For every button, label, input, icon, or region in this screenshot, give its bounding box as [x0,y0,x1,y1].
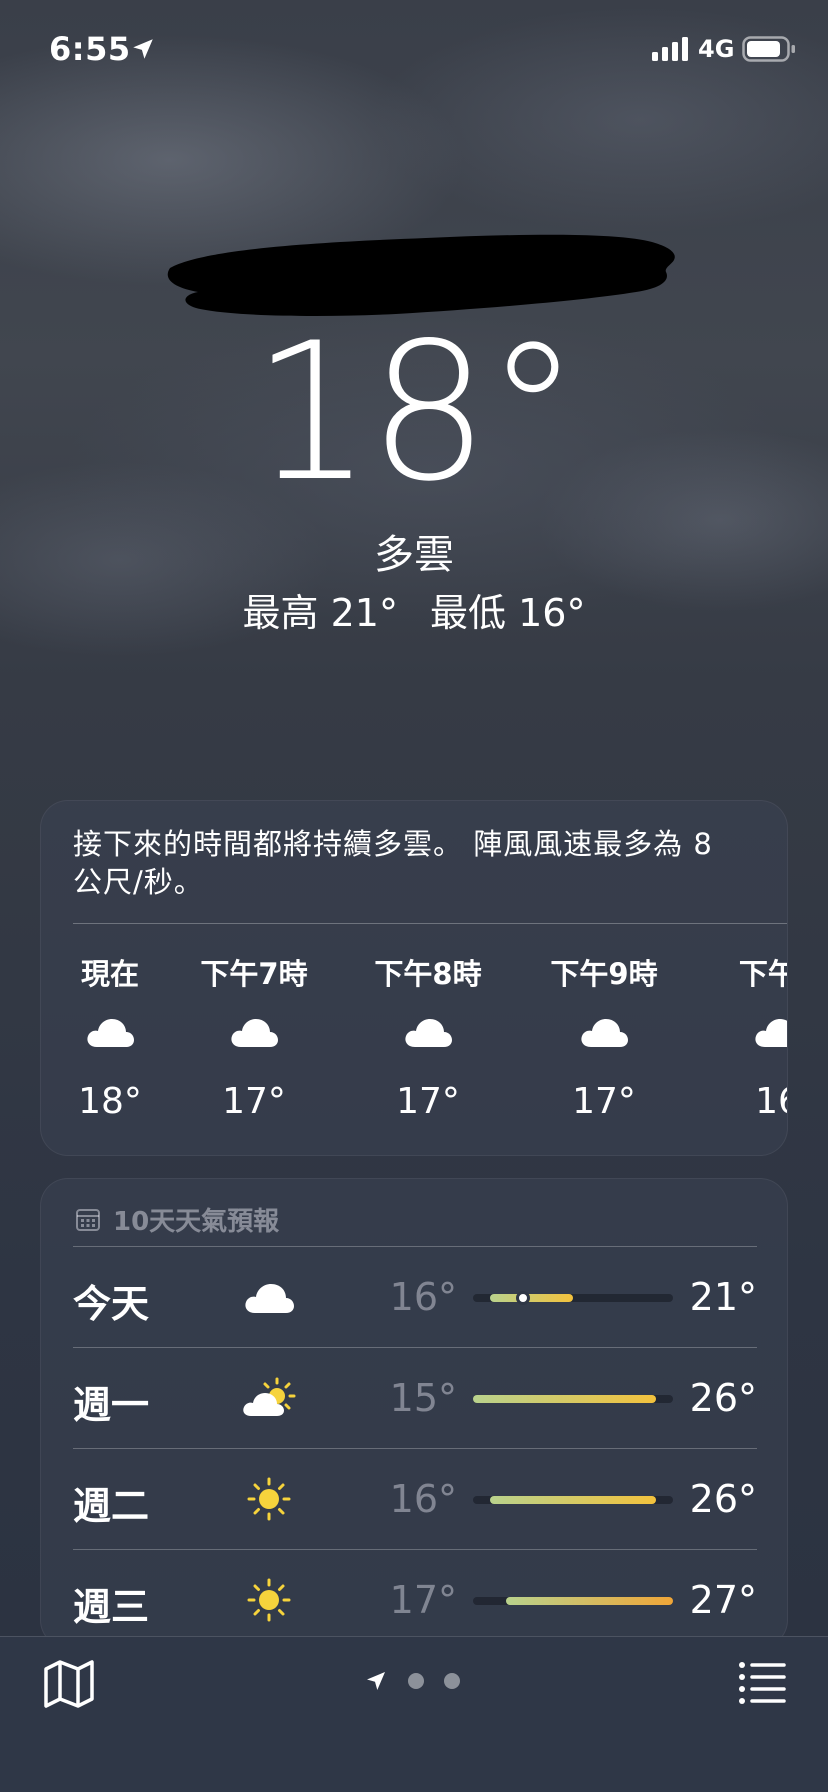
day-name: 週一 [73,1383,150,1427]
day-low-temp: 17° [389,1578,457,1622]
day-low-temp: 16° [389,1275,457,1319]
forecast-summary: 接下來的時間都將持續多雲。 陣風風速最多為 8 公尺/秒。 [73,827,713,899]
temperature-range-bar [473,1291,673,1305]
location-arrow-icon [133,39,153,59]
page-indicator-dot[interactable] [408,1673,424,1689]
day-high-temp: 26° [689,1376,757,1420]
sun-icon [247,1477,291,1521]
page-indicator-dot[interactable] [444,1673,460,1689]
temperature-range-bar [473,1496,673,1504]
cloud-icon [245,1284,294,1313]
day-high-temp: 27° [689,1578,757,1622]
hour-item: 下午1 16 [713,951,787,1131]
hour-temperature: 16 [755,1081,787,1122]
cloud-icon [755,1019,787,1047]
temperature-range-fill [473,1395,657,1403]
hour-temperature: 17° [572,1081,636,1122]
hour-item: 下午7時 17° [189,951,319,1131]
today-high: 最高 21° [242,591,398,635]
day-low-temp: 16° [389,1477,457,1521]
hour-temperature: 17° [222,1081,286,1122]
current-location-page-icon[interactable] [364,1669,388,1693]
day-row[interactable]: 今天 16° 21° [41,1247,787,1347]
hour-time: 下午8時 [374,957,482,991]
hour-item: 下午9時 17° [539,951,669,1131]
day-row[interactable]: 週二 16° 26° [41,1449,787,1549]
sun-icon [247,1578,291,1622]
current-temp-marker [516,1291,530,1305]
current-temperature: 18° [251,302,581,523]
day-high-temp: 21° [689,1275,757,1319]
cloud-icon [231,1019,278,1047]
hour-time: 下午7時 [200,957,308,991]
status-time: 6:55 [49,30,131,68]
hour-temperature: 17° [396,1081,460,1122]
cloud-icon [405,1019,452,1047]
status-bar: 6:55 4G [0,0,828,100]
cellular-signal-icon [652,37,688,61]
temperature-range-fill [489,1294,573,1302]
day-name: 週二 [73,1484,150,1528]
hourly-divider [73,923,787,924]
calendar-icon [76,1209,100,1231]
partly-sunny-icon [243,1377,296,1416]
hour-time: 現在 [80,957,139,991]
temperature-range-bar [473,1597,673,1605]
temperature-range-fill [489,1496,657,1504]
hourly-forecast-card[interactable]: 接下來的時間都將持續多雲。 陣風風速最多為 8 公尺/秒。 現在 18° 下午7… [40,800,788,1156]
day-low-temp: 15° [389,1376,457,1420]
battery-icon [742,36,795,62]
hour-time: 下午9時 [550,957,658,991]
network-type: 4G [698,35,735,63]
day-row[interactable]: 週一 15° 26° [41,1348,787,1448]
bottom-toolbar [0,1636,828,1792]
ten-day-forecast-card[interactable]: 10天天氣預報 今天 16° 21° 週一 15° 26° 週二 16° 26°… [40,1178,788,1648]
hour-time: 下午1 [738,957,787,991]
map-icon[interactable] [42,1657,96,1711]
hour-item: 下午8時 17° [363,951,493,1131]
day-row[interactable]: 週三 17° 27° [41,1550,787,1647]
list-icon[interactable] [738,1659,786,1705]
temperature-range-fill [506,1597,673,1605]
ten-day-title: 10天天氣預報 [113,1207,280,1237]
hour-item: 現在 18° [45,951,175,1131]
hour-temperature: 18° [78,1081,142,1122]
day-high-temp: 26° [689,1477,757,1521]
temperature-range-bar [473,1395,673,1403]
day-name: 今天 [73,1282,150,1326]
high-low-temperature: 最高 21° 最低 16° [0,582,828,637]
cloud-icon [581,1019,628,1047]
day-name: 週三 [73,1585,150,1629]
today-low: 最低 16° [430,591,586,635]
cloud-icon [87,1019,134,1047]
current-condition: 多雲 [374,532,454,578]
